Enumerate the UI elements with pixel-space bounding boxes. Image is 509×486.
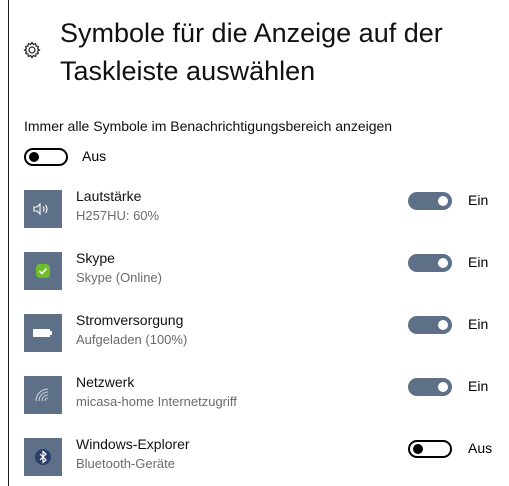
item-state: Ein: [468, 254, 489, 270]
bluetooth-icon: [24, 438, 62, 476]
item-subtitle: micasa-home Internetzugriff: [76, 394, 237, 409]
wifi-icon: [24, 376, 62, 414]
always-show-label: Immer alle Symbole im Benachrichtigungsb…: [24, 118, 393, 134]
page-title: Symbole für die Anzeige auf der Taskleis…: [60, 18, 443, 86]
item-state: Aus: [468, 440, 493, 456]
list-item-volume: Lautstärke H257HU: 60% Ein: [24, 186, 494, 236]
item-name: Windows-Explorer: [76, 436, 190, 452]
list-item-network: Netzwerk micasa-home Internetzugriff Ein: [24, 372, 494, 422]
volume-toggle[interactable]: [408, 192, 452, 210]
item-state: Ein: [468, 192, 489, 208]
item-subtitle: Skype (Online): [76, 270, 162, 285]
window-border: [8, 0, 9, 486]
item-subtitle: Bluetooth-Geräte: [76, 456, 176, 471]
always-show-state: Aus: [82, 148, 107, 164]
power-toggle[interactable]: [408, 316, 452, 334]
skype-icon: [24, 252, 62, 290]
item-state: Ein: [468, 378, 489, 394]
gear-icon: [23, 41, 41, 59]
list-item-power: Stromversorgung Aufgeladen (100%) Ein: [24, 310, 494, 360]
item-name: Skype: [76, 250, 115, 266]
item-name: Stromversorgung: [76, 312, 184, 328]
item-subtitle: H257HU: 60%: [76, 208, 160, 223]
network-toggle[interactable]: [408, 378, 452, 396]
item-state: Ein: [468, 316, 489, 332]
list-item-skype: Skype Skype (Online) Ein: [24, 248, 494, 298]
skype-toggle[interactable]: [408, 254, 452, 272]
speaker-icon: [24, 190, 62, 228]
item-name: Lautstärke: [76, 188, 142, 204]
battery-icon: [24, 314, 62, 352]
always-show-toggle[interactable]: [24, 148, 68, 166]
explorer-toggle[interactable]: [408, 440, 452, 458]
item-name: Netzwerk: [76, 374, 135, 390]
item-subtitle: Aufgeladen (100%): [76, 332, 188, 347]
list-item-explorer: Windows-Explorer Bluetooth-Geräte Aus: [24, 434, 494, 484]
